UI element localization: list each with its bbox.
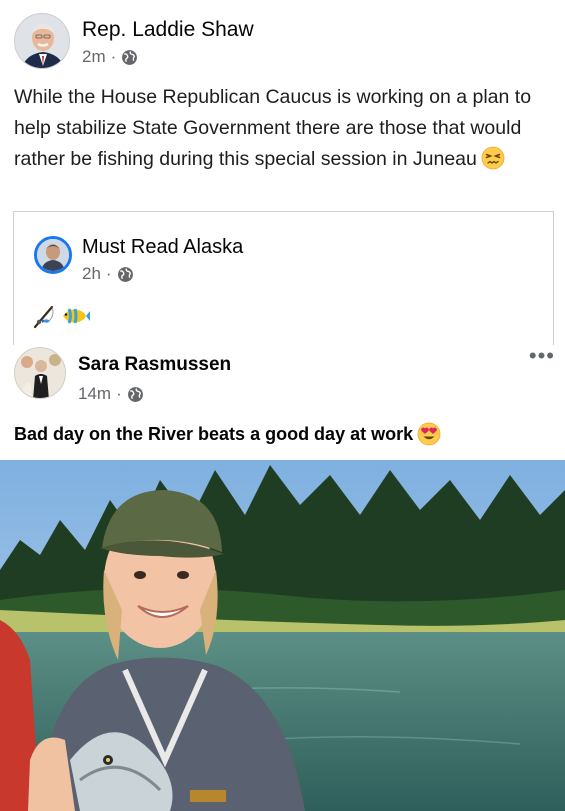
avatar-portrait-icon <box>37 239 69 271</box>
post-text: While the House Republican Caucus is wor… <box>14 82 554 175</box>
post-text-body: Bad day on the River beats a good day at… <box>14 423 414 444</box>
tropical-fish-icon <box>63 308 90 324</box>
post-time[interactable]: 14m <box>78 384 111 404</box>
globe-icon <box>122 49 138 65</box>
confounded-face-icon <box>481 146 505 170</box>
heart-eyes-icon <box>417 422 441 446</box>
post-photo[interactable] <box>0 460 565 811</box>
shared-avatar[interactable] <box>34 236 72 274</box>
post-rep-laddie-shaw: Rep. Laddie Shaw 2m · While the House Re… <box>0 0 565 351</box>
globe-icon <box>127 386 143 402</box>
post-meta: 14m · <box>78 384 144 404</box>
river-fishing-photo <box>0 460 565 811</box>
avatar[interactable] <box>14 13 70 69</box>
meta-separator: · <box>116 384 122 403</box>
shared-author-name[interactable]: Must Read Alaska <box>82 236 243 259</box>
meta-separator: · <box>110 47 117 66</box>
fishing-pole-icon <box>33 305 54 329</box>
more-options-button[interactable]: ••• <box>529 345 555 367</box>
shared-post-card[interactable]: Must Read Alaska 2h · <box>13 211 554 351</box>
shared-post-meta: 2h · <box>82 264 134 284</box>
post-sara-rasmussen: Sara Rasmussen 14m · ••• Bad day on the … <box>0 345 565 811</box>
post-text-body: While the House Republican Caucus is wor… <box>14 86 532 170</box>
avatar-portrait-icon <box>15 14 69 68</box>
post-author-name[interactable]: Sara Rasmussen <box>78 354 231 376</box>
avatar-portrait-icon <box>15 348 65 398</box>
avatar[interactable] <box>14 347 66 399</box>
post-meta: 2m · <box>82 47 138 67</box>
post-text: Bad day on the River beats a good day at… <box>14 422 441 446</box>
globe-icon <box>117 266 133 282</box>
post-time[interactable]: 2m <box>82 47 106 67</box>
meta-separator: · <box>105 264 112 283</box>
shared-post-emojis <box>32 303 90 329</box>
shared-post-time[interactable]: 2h <box>82 264 101 284</box>
post-author-name[interactable]: Rep. Laddie Shaw <box>82 18 254 42</box>
